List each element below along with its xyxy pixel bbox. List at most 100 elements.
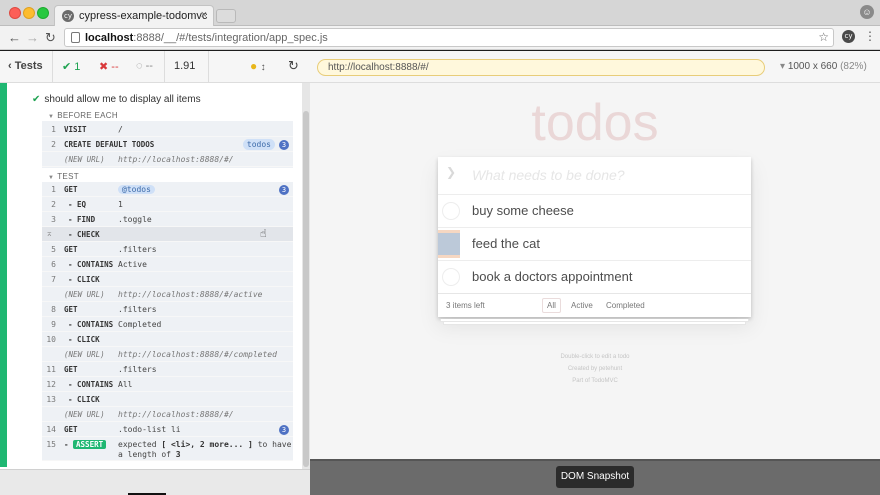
address-host: localhost	[85, 32, 134, 44]
todo-toggle-checkbox-highlighted[interactable]	[438, 233, 460, 255]
page-info-icon[interactable]	[71, 32, 80, 43]
todo-app: ❯ What needs to be done? buy some cheese…	[438, 157, 751, 317]
runner-header: ‹ Tests ✔ 1 ✖ -- ◌ -- 1.91 ● ↕ ↻ http://…	[0, 51, 880, 83]
new-tab-button[interactable]	[216, 9, 236, 23]
close-window-button[interactable]	[9, 7, 21, 19]
command-message: 1	[118, 200, 123, 209]
command-row[interactable]: 12 - CONTAINS All	[42, 377, 293, 392]
test-title[interactable]: ✔ should allow me to display all items	[32, 94, 201, 105]
command-row[interactable]: 2 CREATE DEFAULT TODOS todos 3	[42, 137, 293, 152]
browser-menu-icon[interactable]: ⋮	[864, 29, 876, 43]
new-url-row[interactable]: (NEW URL) http://localhost:8888/#/complet…	[42, 347, 293, 362]
command-name: (NEW URL)	[64, 290, 105, 299]
check-icon: ✔	[62, 61, 75, 73]
new-url-row[interactable]: (NEW URL) http://localhost:8888/#/active	[42, 287, 293, 302]
command-message: /	[118, 125, 123, 134]
command-row[interactable]: 3 - FIND .toggle	[42, 212, 293, 227]
new-url-row[interactable]: (NEW URL) http://localhost:8888/#/	[42, 407, 293, 422]
todo-item[interactable]: buy some cheese	[438, 194, 751, 227]
command-row[interactable]: 14 GET .todo-list li 3	[42, 422, 293, 437]
app-url: http://localhost:8888/#/	[328, 62, 429, 73]
reload-icon[interactable]: ↻	[45, 30, 56, 46]
viewport-info[interactable]: ▾ 1000 x 660 (82%)	[780, 61, 867, 72]
command-number: 3	[51, 215, 56, 224]
command-message: .toggle	[118, 215, 152, 224]
command-number: 15	[46, 440, 56, 449]
auto-scroll-toggle-icon[interactable]: ● ↕	[250, 59, 266, 73]
viewport-size: 1000 x 660	[787, 61, 838, 72]
filter-active[interactable]: Active	[566, 298, 598, 313]
command-name: - CLICK	[68, 395, 100, 404]
app-url-bar[interactable]: http://localhost:8888/#/	[317, 59, 765, 76]
command-row[interactable]: 10 - CLICK	[42, 332, 293, 347]
test-body[interactable]: ▼ TEST	[48, 172, 79, 181]
failed-value: --	[111, 61, 119, 73]
cypress-extension-icon[interactable]: cy	[842, 30, 855, 43]
command-name: GET	[64, 365, 78, 374]
command-message: @todos	[118, 185, 155, 194]
browser-tab[interactable]: cy cypress-example-todomvc ×	[54, 5, 214, 26]
command-number: 9	[51, 320, 56, 329]
command-message: Active	[118, 260, 147, 269]
chevron-left-icon: ‹	[8, 60, 15, 72]
todo-toggle-checkbox[interactable]	[442, 202, 460, 220]
rerun-tests-icon[interactable]: ↻	[288, 58, 299, 74]
passed-value: 1	[74, 61, 81, 73]
command-row[interactable]: 1 VISIT /	[42, 122, 293, 137]
address-bar[interactable]: localhost:8888/__/#/tests/integration/ap…	[64, 28, 834, 47]
command-row[interactable]: 1 GET @todos 3	[42, 182, 293, 197]
command-row[interactable]: 13 - CLICK	[42, 392, 293, 407]
command-name: - ASSERT	[64, 440, 107, 449]
info-text: Part of TodoMVC	[572, 378, 618, 384]
todo-item[interactable]: feed the cat	[438, 227, 751, 260]
command-message: All	[118, 380, 133, 389]
command-number: 2	[51, 200, 56, 209]
caret-down-icon: ▼	[48, 175, 55, 181]
command-message: .todo-list li	[118, 425, 181, 434]
command-row[interactable]: 11 GET .filters	[42, 362, 293, 377]
back-arrow-icon[interactable]: ←	[8, 30, 21, 46]
command-number: 5	[51, 245, 56, 254]
toggle-all-chevron-icon[interactable]: ❯	[446, 165, 456, 179]
bookmark-star-icon[interactable]: ☆	[818, 30, 829, 44]
command-row[interactable]: 9 - CONTAINS Completed	[42, 317, 293, 332]
assert-row[interactable]: 15 - ASSERT expected [ <li>, 2 more... ]…	[42, 437, 293, 461]
pending-value: --	[145, 60, 153, 72]
command-row[interactable]: 7 - CLICK	[42, 272, 293, 287]
assert-message-line2: a length of 3	[118, 450, 181, 459]
new-url-row[interactable]: (NEW URL) http://localhost:8888/#/	[42, 152, 293, 167]
profile-icon[interactable]: ☺	[860, 5, 874, 19]
filter-completed[interactable]: Completed	[601, 298, 650, 313]
minimize-window-button[interactable]	[23, 7, 35, 19]
dom-snapshot-label: DOM Snapshot	[556, 466, 634, 488]
pending-circle-icon: ◌	[136, 60, 146, 72]
todo-label: book a doctors appointment	[472, 269, 633, 284]
todo-toggle-checkbox[interactable]	[442, 268, 460, 286]
command-log-scroll-thumb[interactable]	[303, 111, 309, 467]
forward-arrow-icon[interactable]: →	[26, 30, 39, 46]
pending-count: ◌ --	[136, 60, 153, 72]
command-message: http://localhost:8888/#/	[118, 410, 234, 419]
before-each-hook[interactable]: ▼ BEFORE EACH	[48, 111, 118, 120]
tests-back-button[interactable]: ‹ Tests	[8, 60, 43, 72]
tests-back-label: Tests	[14, 60, 43, 72]
command-row[interactable]: 2 - EQ 1	[42, 197, 293, 212]
passed-count: ✔ 1	[62, 60, 80, 73]
command-row[interactable]: 6 - CONTAINS Active	[42, 257, 293, 272]
close-tab-icon[interactable]: ×	[201, 9, 207, 21]
command-row[interactable]: 5 GET .filters	[42, 242, 293, 257]
command-number: 8	[51, 305, 56, 314]
todo-item[interactable]: book a doctors appointment	[438, 260, 751, 293]
filter-all[interactable]: All	[542, 298, 561, 313]
todo-label: feed the cat	[472, 236, 540, 251]
app-title: todos	[531, 94, 659, 152]
command-row[interactable]: ⌅ - CHECK ☝	[42, 227, 293, 242]
command-row[interactable]: 8 GET .filters	[42, 302, 293, 317]
command-message: .filters	[118, 305, 157, 314]
command-number: 7	[51, 275, 56, 284]
items-left-count: 3 items left	[446, 301, 485, 310]
snapshot-bar: DOM Snapshot	[310, 459, 880, 495]
cypress-favicon-icon: cy	[62, 10, 74, 22]
new-todo-input[interactable]: What needs to be done?	[472, 167, 625, 183]
maximize-window-button[interactable]	[37, 7, 49, 19]
